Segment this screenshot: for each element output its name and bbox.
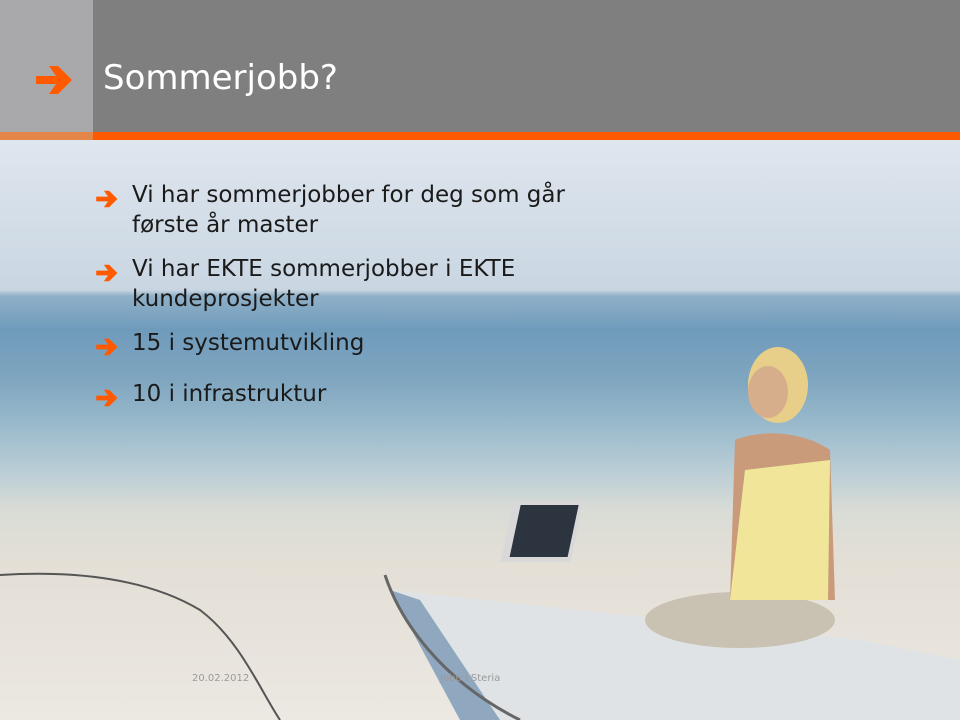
arrow-right-icon	[96, 190, 118, 208]
accent-bar	[93, 132, 960, 140]
slide-title: Sommerjobb?	[103, 58, 338, 98]
bullet-item: 15 i systemutvikling	[96, 328, 656, 365]
bullet-item: Vi har sommerjobber for deg som går først…	[96, 180, 656, 240]
bullet-item: Vi har EKTE sommerjobber i EKTE kundepros…	[96, 254, 656, 314]
bullet-text: Vi har sommerjobber for deg som går	[132, 182, 565, 208]
arrow-right-icon	[96, 338, 118, 356]
bullet-text: kundeprosjekter	[132, 286, 319, 312]
arrow-right-icon	[36, 66, 72, 94]
arrow-right-icon	[96, 264, 118, 282]
bullet-text: 10 i infrastruktur	[132, 381, 327, 407]
bullet-text: første år master	[132, 212, 319, 238]
bullet-text: 15 i systemutvikling	[132, 330, 365, 356]
footer-text: Jobb i Steria	[440, 673, 501, 684]
bullet-text: Vi har EKTE sommerjobber i EKTE	[132, 256, 516, 282]
bullet-list: Vi har sommerjobber for deg som går først…	[96, 180, 656, 430]
bullet-item: 10 i infrastruktur	[96, 379, 656, 416]
arrow-right-icon	[96, 389, 118, 407]
footer-date: 20.02.2012	[192, 673, 250, 684]
accent-bar-left	[0, 132, 93, 140]
